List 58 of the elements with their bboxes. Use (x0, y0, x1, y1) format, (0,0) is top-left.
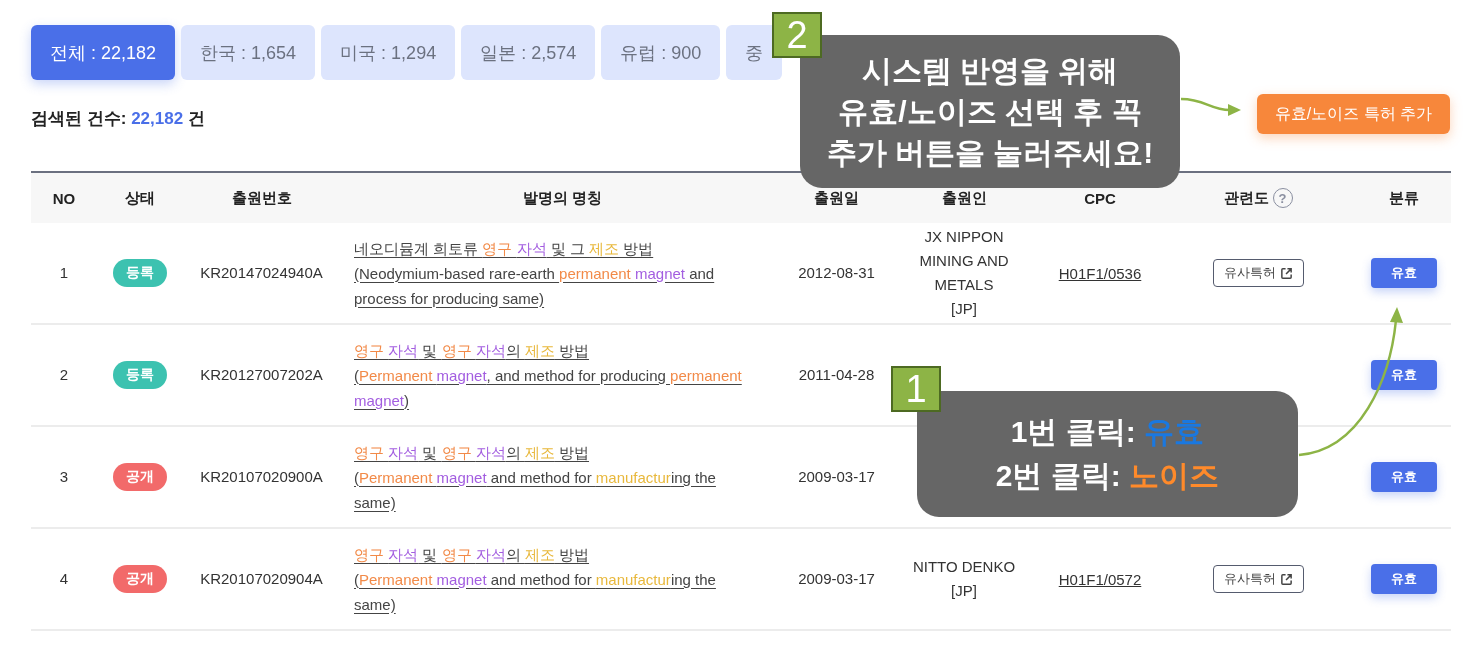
valid-button[interactable]: 유효 (1370, 258, 1437, 288)
filing-date: 2011-04-28 (798, 365, 875, 385)
add-patents-button[interactable]: 유효/노이즈 특허 추가 (1256, 94, 1450, 134)
status-badge: 공개 (113, 565, 167, 593)
invention-title[interactable]: 네오디뮴계 희토류 영구 자석 및 그 제조 방법 (Neodymium-based rare-earth permanent magnet and process for producing same) (354, 235, 759, 311)
application-number: KR20127007202A (200, 365, 323, 385)
application-number: KR20107020904A (200, 569, 323, 589)
country-tab[interactable]: 한국 : 1,654 (181, 25, 316, 80)
column-header: NO (52, 189, 76, 207)
column-header: 출원일 (814, 188, 859, 208)
row-number: 1 (59, 263, 69, 283)
application-number: KR20107020900A (200, 467, 323, 487)
applicant-country: [JP] (951, 581, 977, 601)
callout-text: 시스템 반영을 위해 (861, 53, 1119, 89)
filing-date: 2009-03-17 (798, 569, 875, 589)
applicant-country: [JP] (951, 299, 977, 319)
invention-title[interactable]: 영구 자석 및 영구 자석의 제조 방법 (Permanent magnet, and method for producing permanent magnet) (354, 337, 759, 413)
column-header: 관련도 (1223, 188, 1269, 208)
external-link-icon (1279, 266, 1293, 280)
row-number: 2 (59, 365, 69, 385)
status-badge: 등록 (113, 361, 167, 389)
application-number: KR20147024940A (200, 263, 323, 283)
country-tab[interactable]: 전체 : 22,182 (31, 25, 176, 80)
country-tab[interactable]: 유럽 : 900 (601, 25, 721, 80)
similar-patents-button[interactable]: 유사특허 (1212, 565, 1304, 593)
callout-text: 2번 클릭: 노이즈 (995, 458, 1220, 494)
status-badge: 공개 (113, 463, 167, 491)
country-tab[interactable]: 일본 : 2,574 (461, 25, 596, 80)
cpc-link[interactable]: H01F1/0572 (1058, 570, 1142, 588)
callout-text: 유효/노이즈 선택 후 꼭 (838, 94, 1142, 130)
column-header: 출원인 (941, 188, 987, 208)
invention-title[interactable]: 영구 자석 및 영구 자석의 제조 방법 (Permanent magnet and method for manufacturing the same) (354, 439, 759, 515)
valid-button[interactable]: 유효 (1370, 564, 1437, 594)
step-tooltip: 2 (772, 12, 822, 58)
step-tooltip: 1 (891, 366, 941, 412)
column-header: CPC (1084, 189, 1116, 207)
callout-text: 추가 버튼을 눌러주세요! (826, 135, 1154, 171)
applicant-name: JX NIPPON MINING AND METALS (918, 227, 1010, 295)
column-header: 상태 (125, 188, 155, 208)
column-header: 분류 (1388, 188, 1419, 208)
result-count: 검색된 건수: 22,182 건 (31, 107, 205, 130)
callout-arrow (1180, 97, 1241, 116)
applicant-name: NITTO DENKO (912, 557, 1016, 577)
invention-title[interactable]: 영구 자석 및 영구 자석의 제조 방법 (Permanent magnet and method for manufacturing the same) (354, 541, 759, 617)
filing-date: 2012-08-31 (798, 263, 875, 283)
row-number: 3 (59, 467, 69, 487)
row-number: 4 (59, 569, 69, 589)
column-header: 출원번호 (231, 188, 292, 208)
filing-date: 2009-03-17 (798, 467, 875, 487)
external-link-icon (1279, 572, 1293, 586)
callout-text: 1번 클릭: 유효 (1010, 414, 1205, 450)
valid-button[interactable]: 유효 (1370, 360, 1437, 390)
cpc-link[interactable]: H01F1/0536 (1058, 264, 1142, 282)
similar-patents-button[interactable]: 유사특허 (1212, 259, 1304, 287)
valid-button[interactable]: 유효 (1370, 462, 1437, 492)
status-badge: 등록 (113, 259, 167, 287)
column-header: 발명의 명칭 (522, 188, 603, 208)
country-tab[interactable]: 미국 : 1,294 (321, 25, 456, 80)
